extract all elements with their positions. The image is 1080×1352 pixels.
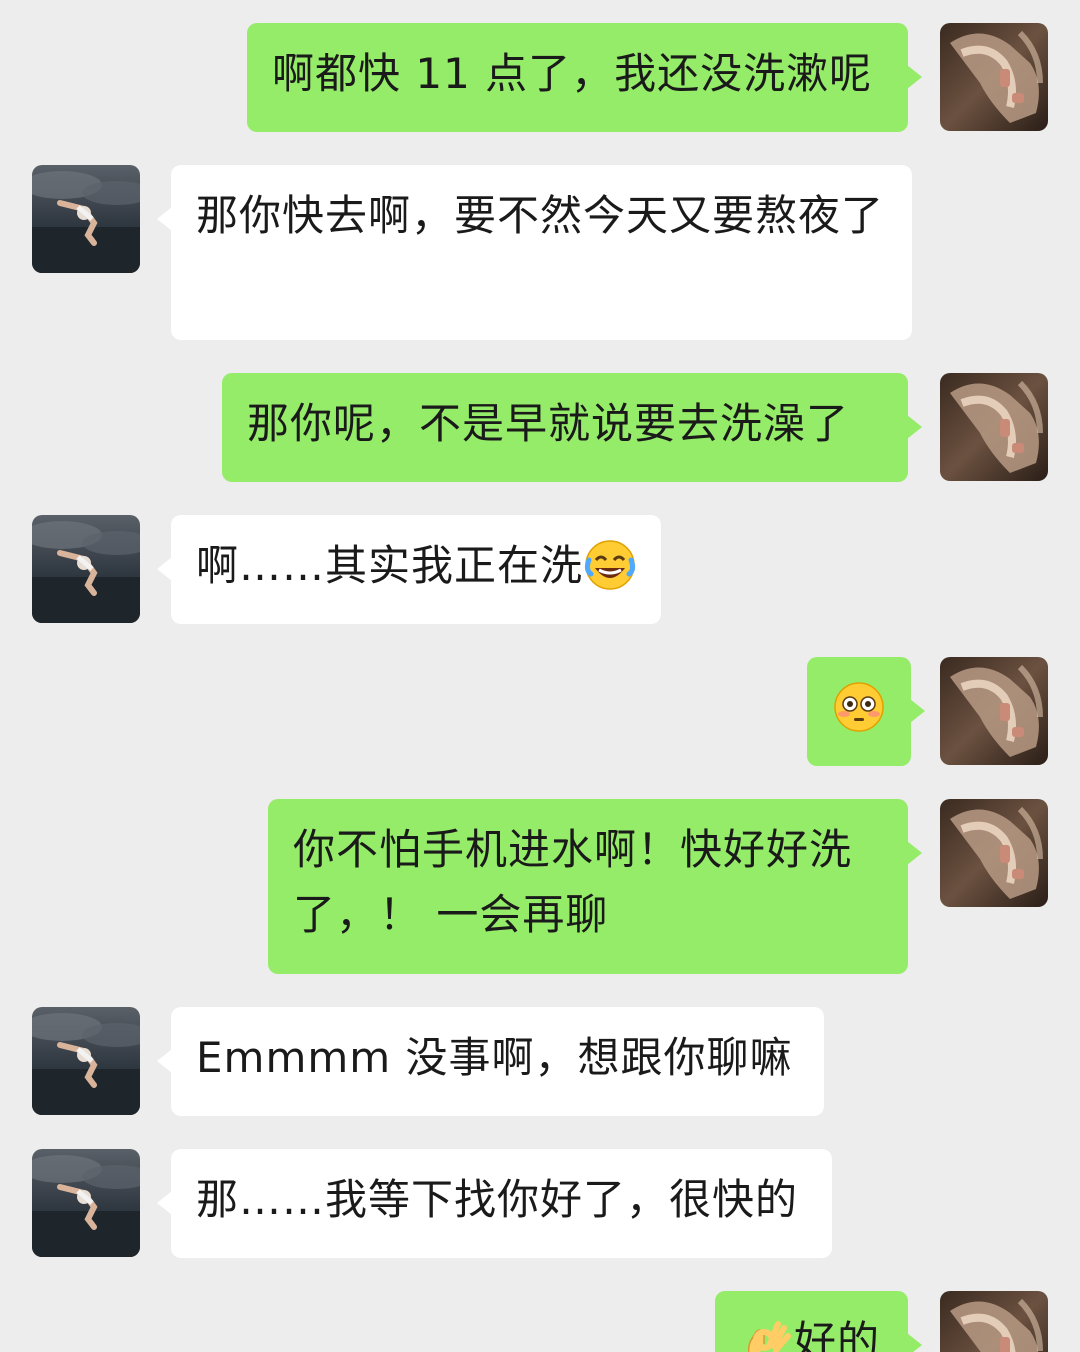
message-bubble-outgoing[interactable]: [807, 657, 925, 766]
my-avatar[interactable]: [940, 657, 1048, 765]
contact-avatar[interactable]: [32, 1149, 140, 1257]
contact-avatar[interactable]: [32, 165, 140, 273]
message-bubble-incoming[interactable]: Emmmm 没事啊，想跟你聊嘛: [157, 1007, 824, 1116]
message-bubble-incoming[interactable]: 啊……其实我正在洗: [157, 515, 661, 624]
chat-view[interactable]: 啊都快 11 点了，我还没洗漱呢 那你快去啊，要不然今天又要熬夜了 那你呢，不是…: [0, 0, 1080, 1352]
flushed-face-emoji-icon: [832, 680, 886, 734]
message-text: 好的: [794, 1317, 881, 1352]
my-avatar[interactable]: [940, 23, 1048, 131]
message-text: 你不怕手机进水啊！快好好洗了，！ 一会再聊: [293, 825, 853, 939]
message-bubble-outgoing[interactable]: 啊都快 11 点了，我还没洗漱呢: [247, 23, 922, 132]
message-text: 啊都快 11 点了，我还没洗漱呢: [272, 49, 873, 98]
my-avatar[interactable]: [940, 373, 1048, 481]
message-bubble-outgoing[interactable]: 好的: [715, 1291, 922, 1352]
tears-of-joy-emoji-icon: [583, 538, 637, 592]
message-bubble-incoming[interactable]: 那你快去啊，要不然今天又要熬夜了: [157, 165, 912, 340]
message-bubble-outgoing[interactable]: 那你呢，不是早就说要去洗澡了: [222, 373, 922, 482]
message-bubble-outgoing[interactable]: 你不怕手机进水啊！快好好洗了，！ 一会再聊: [268, 799, 922, 974]
message-text: 啊……其实我正在洗: [196, 541, 584, 590]
message-text: 那你呢，不是早就说要去洗澡了: [247, 399, 850, 448]
message-bubble-incoming[interactable]: 那……我等下找你好了，很快的: [157, 1149, 832, 1258]
contact-avatar[interactable]: [32, 515, 140, 623]
contact-avatar[interactable]: [32, 1007, 140, 1115]
ok-hand-emoji-icon: [740, 1314, 794, 1352]
message-text: Emmmm 没事啊，想跟你聊嘛: [196, 1033, 793, 1082]
my-avatar[interactable]: [940, 799, 1048, 907]
message-text: 那……我等下找你好了，很快的: [196, 1175, 799, 1224]
message-text: 那你快去啊，要不然今天又要熬夜了: [196, 191, 885, 240]
my-avatar[interactable]: [940, 1291, 1048, 1352]
